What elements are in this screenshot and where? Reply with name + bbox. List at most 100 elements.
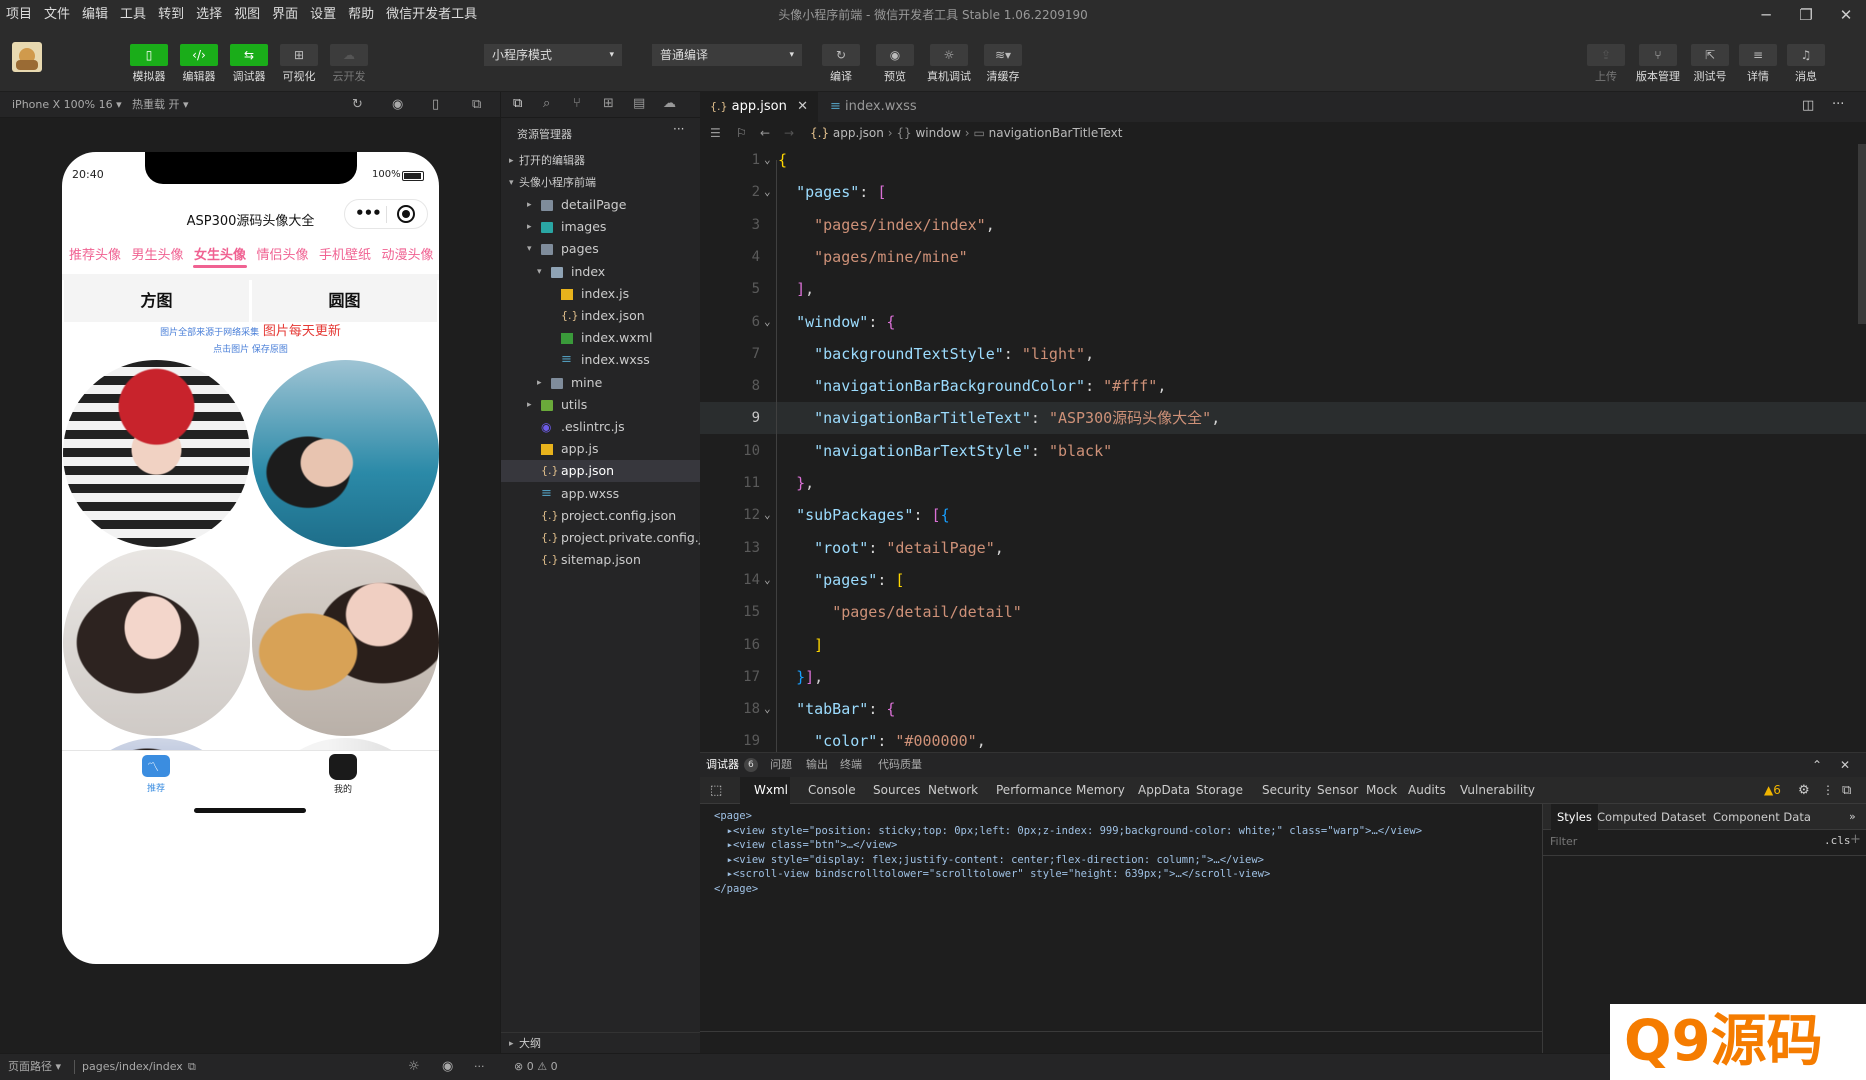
problems-count[interactable]: ⊗ 0 ⚠ 0 (514, 1054, 558, 1080)
editor-button[interactable]: ‹/› 编辑器 (176, 44, 222, 84)
devtools-tab[interactable]: Memory (1076, 777, 1125, 804)
menu-item[interactable]: 微信开发者工具 (380, 0, 483, 30)
forward-icon[interactable]: → (784, 122, 794, 144)
editor-scrollbar[interactable] (1858, 144, 1866, 324)
wxml-node[interactable]: <page> (714, 810, 752, 822)
record-icon[interactable]: ◉ (392, 92, 403, 118)
compile-select[interactable]: 普通编译 ▾ (652, 44, 802, 66)
tree-item[interactable]: app.js (501, 438, 701, 460)
menu-item[interactable]: 文件 (38, 0, 76, 30)
eye-status-icon[interactable]: ◉ (442, 1054, 453, 1080)
search-icon[interactable]: ⌕ (543, 96, 550, 111)
devtools-tab[interactable]: Sources (873, 777, 920, 804)
device-select[interactable]: iPhone X 100% 16 ▾ (12, 92, 122, 118)
tree-item[interactable]: {.} project.private.config.js... (501, 527, 721, 549)
close-tab-icon[interactable]: ✕ (797, 92, 808, 122)
category-tab[interactable]: 手机壁纸 (314, 244, 376, 263)
menu-item[interactable]: 选择 (190, 0, 228, 30)
wxml-tree[interactable]: <page> ▸<view style="position: sticky;to… (700, 804, 1540, 1034)
menu-item[interactable]: 项目 (0, 0, 38, 30)
avatar-photo[interactable] (63, 549, 250, 736)
capsule-button[interactable]: ••• (344, 199, 428, 229)
tree-item[interactable]: ≡ app.wxss (501, 483, 701, 505)
round-shape-button[interactable]: 圆图 (252, 280, 437, 322)
menu-item[interactable]: 工具 (114, 0, 152, 30)
tree-item[interactable]: {.} project.config.json (501, 505, 701, 527)
toolbar-bug-button[interactable]: ☼ 真机调试 (926, 44, 972, 84)
collapse-panel-icon[interactable]: ⌃ (1812, 753, 1822, 777)
devtools-tab[interactable]: Wxml (754, 777, 788, 804)
tree-item[interactable]: index.js (501, 283, 701, 305)
menu-item[interactable]: 设置 (304, 0, 342, 30)
editor-more-icon[interactable]: ··· (1832, 97, 1844, 112)
menu-item[interactable]: 编辑 (76, 0, 114, 30)
tree-item[interactable]: ≡ index.wxss (501, 349, 701, 371)
hotreload-toggle[interactable]: 热重载 开 ▾ (132, 92, 189, 118)
open-editors-section[interactable]: ▸ 打开的编辑器 (501, 150, 701, 172)
styles-tab[interactable]: Dataset (1655, 804, 1712, 830)
debug-panel-icon[interactable]: ▤ (633, 96, 645, 111)
undock-icon[interactable]: ⧉ (1842, 777, 1851, 804)
debugger-tab[interactable]: 问题 (770, 753, 792, 777)
avatar-photo[interactable] (252, 738, 439, 750)
bug-status-icon[interactable]: ☼ (408, 1054, 420, 1080)
debugger-tab[interactable]: 调试器 (706, 753, 739, 777)
crumb-window[interactable]: window (915, 126, 961, 140)
devtools-tab[interactable]: AppData (1138, 777, 1190, 804)
minimize-button[interactable]: ─ (1746, 0, 1786, 30)
recommend-tab-icon[interactable]: 〽 (142, 755, 170, 777)
files-icon[interactable]: ⧉ (513, 96, 522, 111)
tree-item[interactable]: ▸ images (501, 216, 701, 238)
fold-icon[interactable]: ⌄ (764, 176, 771, 208)
fold-icon[interactable]: ⌄ (764, 499, 771, 531)
project-root[interactable]: ▾ 头像小程序前端 (501, 172, 701, 194)
extensions-icon[interactable]: ⊞ (603, 96, 614, 111)
avatar[interactable] (12, 42, 42, 72)
recommend-tab[interactable]: 推荐 (122, 781, 190, 794)
category-tab[interactable]: 男生头像 (127, 244, 189, 263)
mine-tab[interactable]: 我的 (309, 782, 377, 795)
toolbar-upload-button[interactable]: ⇪ 上传 (1583, 44, 1629, 84)
close-window-button[interactable]: ✕ (1826, 0, 1866, 30)
mode-select[interactable]: 小程序模式 ▾ (484, 44, 622, 66)
tree-item[interactable]: {.} app.json (501, 460, 701, 483)
devtools-tab[interactable]: Console (808, 777, 856, 804)
wxml-node[interactable]: ▸<view style="position: sticky;top: 0px;… (714, 825, 1422, 837)
menu-item[interactable]: 转到 (152, 0, 190, 30)
cls-toggle[interactable]: .cls (1824, 834, 1851, 847)
fold-icon[interactable]: ⌄ (764, 693, 771, 725)
toolbar-bell-button[interactable]: ♫ 消息 (1783, 44, 1829, 84)
devtools-tab[interactable]: Vulnerability (1460, 777, 1535, 804)
devtools-more-icon[interactable]: ⋮ (1822, 777, 1834, 804)
wxml-node[interactable]: </page> (714, 883, 758, 895)
warnings-count[interactable]: ▲6 (1764, 777, 1781, 804)
tree-item[interactable]: ▸ detailPage (501, 194, 701, 216)
capsule-close-icon[interactable] (397, 205, 415, 223)
wxml-node[interactable]: ▸<view class="btn">…</view> (714, 839, 898, 851)
wxml-node[interactable]: ▸<scroll-view bindscrolltolower="scrollt… (714, 868, 1271, 880)
devtools-tab[interactable]: Performance (996, 777, 1072, 804)
rotate-icon[interactable]: ↻ (352, 92, 363, 118)
crumb-key[interactable]: navigationBarTitleText (989, 126, 1123, 140)
styles-tab[interactable]: Computed (1591, 804, 1663, 830)
category-tab[interactable]: 女生头像 (189, 244, 251, 263)
list-icon[interactable]: ☰ (710, 122, 721, 144)
wxml-node[interactable]: ▸<view style="display: flex;justify-cont… (714, 854, 1264, 866)
copy-icon[interactable]: ⧉ (188, 1054, 196, 1080)
devtools-tab[interactable]: Mock (1366, 777, 1397, 804)
tree-item[interactable]: ▾ pages (501, 238, 701, 260)
toolbar-branch-button[interactable]: ⑂ 版本管理 (1635, 44, 1681, 84)
page-path-label[interactable]: 页面路径 ▾ (8, 1054, 61, 1080)
status-more-icon[interactable]: ··· (474, 1054, 485, 1080)
popout-icon[interactable]: ⧉ (472, 92, 481, 118)
styles-filter[interactable]: Filter (1550, 835, 1577, 848)
mine-tab-icon[interactable] (329, 754, 357, 780)
settings-icon[interactable]: ⚙ (1798, 777, 1810, 804)
toolbar-refresh-button[interactable]: ↻ 编译 (818, 44, 864, 84)
fold-icon[interactable]: ⌄ (764, 144, 771, 176)
category-tab[interactable]: 情侣头像 (252, 244, 314, 263)
maximize-button[interactable]: ❐ (1786, 0, 1826, 30)
category-tab[interactable]: 推荐头像 (64, 244, 126, 263)
category-tab[interactable]: 动漫头像 (377, 244, 439, 263)
tree-item[interactable]: ◉ .eslintrc.js (501, 416, 701, 438)
